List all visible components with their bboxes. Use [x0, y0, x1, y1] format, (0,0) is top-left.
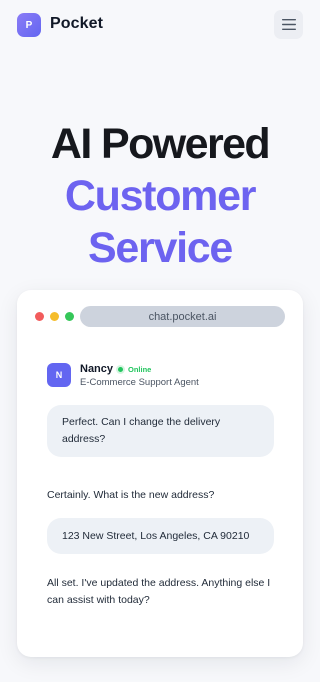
minimize-dot-icon: [50, 312, 59, 321]
hero-title-line-1: AI Powered: [50, 120, 271, 168]
close-dot-icon: [35, 312, 44, 321]
top-bar: P Pocket: [0, 0, 320, 52]
maximize-dot-icon: [65, 312, 74, 321]
user-message-bubble: 123 New Street, Los Angeles, CA 90210: [47, 518, 274, 554]
menu-button[interactable]: [274, 10, 303, 39]
hero-title-line-3: Service: [88, 224, 233, 272]
agent-header: N Nancy Online E-Commerce Support Agent: [47, 363, 287, 393]
hamburger-menu-icon: [281, 19, 296, 30]
agent-message: All set. I've updated the address. Anyth…: [47, 577, 271, 606]
chat-demo-window: chat.pocket.ai N Nancy Online E-Commerce…: [17, 290, 303, 657]
pocket-logo-badge[interactable]: P: [17, 13, 41, 37]
agent-message: Certainly. What is the new address?: [47, 489, 215, 501]
window-controls: [35, 312, 74, 321]
hero-heading: AI Powered Customer Service: [0, 118, 320, 274]
agent-name: Nancy: [80, 363, 114, 375]
agent-avatar: N: [47, 363, 71, 387]
online-status-icon: [118, 367, 123, 372]
user-message-bubble: Perfect. Can I change the delivery addre…: [47, 405, 274, 457]
url-bar: chat.pocket.ai: [80, 306, 285, 327]
brand-name[interactable]: Pocket: [50, 15, 103, 33]
hero-title-line-2: Customer: [64, 172, 257, 220]
agent-status: Online: [128, 365, 152, 374]
agent-role: E-Commerce Support Agent: [80, 377, 199, 388]
